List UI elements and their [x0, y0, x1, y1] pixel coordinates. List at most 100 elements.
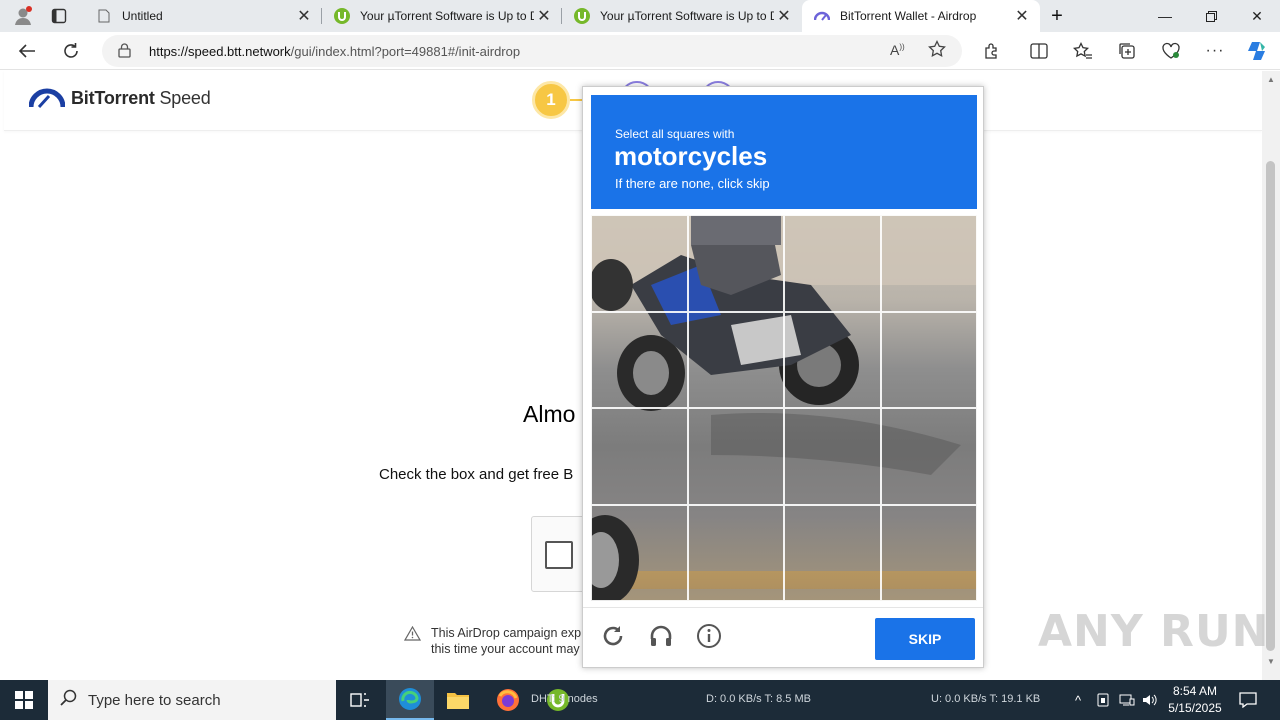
notifications-icon[interactable] [1237, 690, 1259, 710]
page-icon [96, 8, 112, 24]
captcha-tile[interactable] [880, 504, 977, 601]
search-placeholder: Type here to search [88, 691, 221, 709]
scroll-up-arrow[interactable]: ▲ [1267, 75, 1275, 84]
more-options-icon[interactable]: ··· [1200, 37, 1230, 65]
tab-utorrent-2[interactable]: Your µTorrent Software is Up to D ✕ [562, 0, 802, 32]
captcha-tile[interactable] [687, 215, 784, 312]
browser-essentials-icon[interactable] [1156, 37, 1186, 65]
clock-time: 8:54 AM [1172, 684, 1218, 698]
network-icon[interactable] [1117, 690, 1137, 710]
collections-icon[interactable] [1112, 37, 1142, 65]
tab-bittorrent-wallet[interactable]: BitTorrent Wallet - Airdrop ✕ [802, 0, 1040, 32]
captcha-challenge-popup: Select all squares with motorcycles If t… [582, 86, 984, 668]
upload-status: U: 0.0 KB/s T: 19.1 KB [931, 693, 1041, 705]
tab-title: BitTorrent Wallet - Airdrop [840, 9, 977, 23]
page-scrollbar[interactable]: ▲ ▼ [1262, 71, 1280, 680]
back-button[interactable] [12, 37, 42, 65]
close-window-button[interactable]: ✕ [1234, 0, 1280, 32]
search-icon [60, 689, 80, 711]
warning-line-2: this time your account may [431, 642, 580, 656]
favorite-star-icon[interactable] [928, 39, 946, 63]
captcha-tile[interactable] [784, 408, 881, 505]
captcha-tile[interactable] [880, 215, 977, 312]
lock-icon[interactable] [118, 43, 131, 63]
task-view-icon[interactable] [336, 680, 384, 720]
download-status: D: 0.0 KB/s T: 8.5 MB [706, 693, 811, 705]
captcha-tile[interactable] [591, 504, 688, 601]
split-screen-icon[interactable] [1024, 37, 1054, 65]
windows-taskbar: Type here to search DHT: 9 nodes D: 0.0 … [0, 680, 1280, 720]
tab-title: Your µTorrent Software is Up to D [600, 9, 774, 23]
captcha-tile[interactable] [687, 408, 784, 505]
clock-date: 5/15/2025 [1168, 701, 1222, 715]
start-button[interactable] [0, 680, 48, 720]
captcha-tile[interactable] [880, 311, 977, 408]
favorites-icon[interactable] [1068, 37, 1098, 65]
captcha-tile[interactable] [687, 311, 784, 408]
address-bar[interactable]: https://speed.btt.network/gui/index.html… [102, 35, 962, 67]
utorrent-icon [334, 8, 350, 24]
extensions-icon[interactable] [976, 37, 1006, 65]
close-tab-icon[interactable]: ✕ [1012, 6, 1032, 26]
captcha-target: motorcycles [614, 141, 768, 171]
captcha-prompt: Select all squares with [615, 127, 735, 141]
url-text[interactable]: https://speed.btt.network/gui/index.html… [149, 44, 520, 59]
volume-icon[interactable] [1140, 690, 1160, 710]
tab-title: Your µTorrent Software is Up to D [360, 9, 534, 23]
logo-bold-text: BitTorrent [71, 87, 155, 108]
instruction-text: Check the box and get free B [379, 466, 574, 483]
captcha-tile[interactable] [784, 311, 881, 408]
profile-icon[interactable] [10, 4, 36, 28]
minimize-button[interactable]: — [1142, 0, 1188, 32]
refresh-button[interactable] [56, 37, 86, 65]
restore-button[interactable] [1188, 0, 1234, 32]
tab-actions-icon[interactable] [46, 4, 72, 28]
captcha-checkbox[interactable] [545, 541, 573, 569]
captcha-tile[interactable] [687, 504, 784, 601]
captcha-tile[interactable] [591, 215, 688, 312]
tab-untitled[interactable]: Untitled ✕ [84, 0, 322, 32]
file-explorer-icon[interactable] [434, 680, 482, 720]
edge-taskbar-icon[interactable] [386, 680, 434, 720]
device-icon[interactable] [1093, 690, 1113, 710]
close-tab-icon[interactable]: ✕ [294, 6, 314, 26]
close-tab-icon[interactable]: ✕ [774, 6, 794, 26]
warning-line-1: This AirDrop campaign exp [431, 626, 582, 640]
captcha-image-grid [591, 215, 977, 601]
step-indicator-1: 1 [532, 81, 570, 119]
system-clock[interactable]: 8:54 AM 5/15/2025 [1166, 683, 1224, 717]
skip-button[interactable]: SKIP [875, 618, 975, 660]
captcha-tile[interactable] [591, 311, 688, 408]
dht-status: DHT: 9 nodes [531, 693, 598, 705]
audio-challenge-icon[interactable] [647, 622, 675, 650]
tab-strip: Untitled ✕ Your µTorrent Software is Up … [0, 0, 1280, 32]
scroll-thumb[interactable] [1266, 161, 1275, 651]
airdrop-warning: This AirDrop campaign exp this time your… [403, 625, 582, 657]
captcha-none-hint: If there are none, click skip [615, 176, 770, 191]
speed-gauge-icon [814, 8, 830, 24]
refresh-challenge-icon[interactable] [599, 622, 627, 650]
scroll-down-arrow[interactable]: ▼ [1267, 657, 1275, 666]
info-icon[interactable] [695, 622, 723, 650]
bittorrent-logo-icon [29, 88, 65, 109]
captcha-tile[interactable] [880, 408, 977, 505]
firefox-icon[interactable] [484, 680, 532, 720]
taskbar-search[interactable]: Type here to search [48, 680, 336, 720]
logo-light-text: Speed [159, 87, 211, 108]
captcha-header: Select all squares with motorcycles If t… [591, 95, 977, 209]
captcha-tile[interactable] [591, 408, 688, 505]
bittorrent-speed-logo[interactable]: BitTorrent Speed [29, 87, 211, 109]
tab-utorrent-1[interactable]: Your µTorrent Software is Up to D ✕ [322, 0, 562, 32]
copilot-icon[interactable] [1242, 37, 1272, 65]
read-aloud-icon[interactable]: A)) [890, 42, 905, 58]
captcha-tile[interactable] [784, 215, 881, 312]
show-hidden-icons[interactable]: ^ [1068, 690, 1088, 710]
new-tab-button[interactable]: + [1044, 4, 1070, 28]
page-heading: Almo [523, 401, 576, 427]
captcha-tile[interactable] [784, 504, 881, 601]
tab-title: Untitled [122, 9, 163, 23]
captcha-footer: SKIP [583, 607, 983, 667]
anyrun-watermark: ANY RUN [1038, 606, 1270, 657]
address-toolbar: https://speed.btt.network/gui/index.html… [0, 32, 1280, 70]
close-tab-icon[interactable]: ✕ [534, 6, 554, 26]
